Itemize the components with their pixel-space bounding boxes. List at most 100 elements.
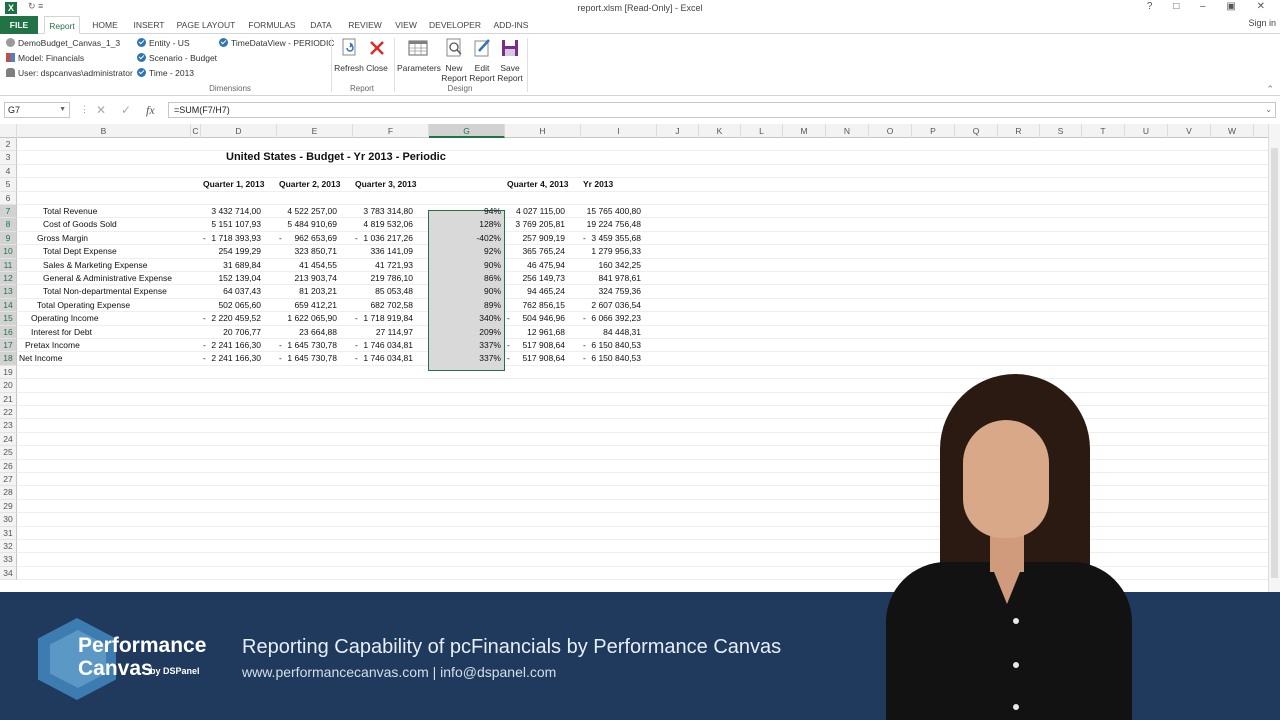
- row-label[interactable]: Total Non-departmental Expense: [41, 285, 191, 298]
- row-number[interactable]: 17: [0, 339, 17, 353]
- value-q1[interactable]: 254 199,29: [201, 245, 264, 258]
- value-percent[interactable]: 90%: [428, 285, 504, 298]
- row-label[interactable]: Total Operating Expense: [35, 299, 191, 312]
- tab-data[interactable]: DATA: [306, 16, 336, 34]
- col-header-v[interactable]: V: [1168, 124, 1211, 138]
- tab-formulas[interactable]: FORMULAS: [246, 16, 298, 34]
- minus-sign[interactable]: -: [583, 312, 591, 325]
- header-q3[interactable]: Quarter 3, 2013: [353, 178, 429, 191]
- row-number[interactable]: 4: [0, 164, 17, 179]
- row-number[interactable]: 14: [0, 298, 17, 313]
- parameters-button[interactable]: Parameters: [397, 37, 441, 73]
- dimension-entity[interactable]: Entity - US: [137, 38, 190, 48]
- row-number[interactable]: 13: [0, 285, 17, 299]
- value-q4[interactable]: 46 475,94: [505, 259, 568, 272]
- col-header-p[interactable]: P: [912, 124, 955, 138]
- col-header-i[interactable]: I: [581, 124, 657, 138]
- minus-sign[interactable]: -: [583, 352, 591, 365]
- col-header-e[interactable]: E: [277, 124, 353, 138]
- col-header-b[interactable]: B: [17, 124, 191, 138]
- row-number[interactable]: 8: [0, 218, 17, 232]
- value-percent[interactable]: 337%: [428, 352, 504, 365]
- tab-file[interactable]: FILE: [0, 16, 38, 34]
- value-q2[interactable]: 659 412,21: [277, 299, 340, 312]
- col-header-u[interactable]: U: [1125, 124, 1168, 138]
- minus-sign[interactable]: -: [355, 339, 363, 352]
- value-percent[interactable]: 340%: [428, 312, 504, 325]
- value-percent[interactable]: 94%: [428, 205, 504, 218]
- row-label[interactable]: Net Income: [17, 352, 191, 365]
- value-year[interactable]: 84 448,31: [581, 326, 644, 339]
- dimension-scenario[interactable]: Scenario - Budget: [137, 53, 217, 63]
- row-number[interactable]: 25: [0, 446, 17, 460]
- row-number[interactable]: 28: [0, 486, 17, 500]
- row-number[interactable]: 31: [0, 526, 17, 540]
- vertical-scrollbar[interactable]: [1268, 124, 1280, 592]
- value-year[interactable]: 1 279 956,33: [581, 245, 644, 258]
- tab-insert[interactable]: INSERT: [130, 16, 168, 34]
- header-year[interactable]: Yr 2013: [581, 178, 657, 191]
- header-q1[interactable]: Quarter 1, 2013: [201, 178, 277, 191]
- value-q2[interactable]: 81 203,21: [277, 285, 340, 298]
- value-q2[interactable]: 23 664,88: [277, 326, 340, 339]
- value-q4[interactable]: 365 765,24: [505, 245, 568, 258]
- value-year[interactable]: 841 978,61: [581, 272, 644, 285]
- col-header-h[interactable]: H: [505, 124, 581, 138]
- row-label[interactable]: Operating Income: [29, 312, 191, 325]
- value-q1[interactable]: 31 689,84: [201, 259, 264, 272]
- value-q2[interactable]: 213 903,74: [277, 272, 340, 285]
- col-header-f[interactable]: F: [353, 124, 429, 138]
- connection-app[interactable]: DemoBudget_Canvas_1_3: [6, 38, 120, 48]
- row-label[interactable]: General & Administrative Expense: [41, 272, 191, 285]
- row-number[interactable]: 5: [0, 178, 17, 192]
- col-header-d[interactable]: D: [201, 124, 277, 138]
- row-number[interactable]: 30: [0, 513, 17, 527]
- row-number[interactable]: 9: [0, 231, 17, 246]
- value-percent[interactable]: 90%: [428, 259, 504, 272]
- value-percent[interactable]: 209%: [428, 326, 504, 339]
- col-header-o[interactable]: O: [869, 124, 912, 138]
- row-number[interactable]: 12: [0, 272, 17, 286]
- row-label[interactable]: Pretax Income: [23, 339, 191, 352]
- value-percent[interactable]: 86%: [428, 272, 504, 285]
- dimension-time[interactable]: Time - 2013: [137, 68, 194, 78]
- cancel-icon[interactable]: ✕: [96, 103, 106, 117]
- value-q1[interactable]: 3 432 714,00: [201, 205, 264, 218]
- value-q1[interactable]: 502 065,60: [201, 299, 264, 312]
- minus-sign[interactable]: -: [279, 232, 287, 245]
- col-header-c[interactable]: C: [191, 124, 201, 138]
- edit-report-button[interactable]: Edit Report: [469, 37, 495, 83]
- new-report-button[interactable]: New Report: [441, 37, 467, 83]
- row-number[interactable]: 7: [0, 205, 17, 219]
- value-q2[interactable]: 41 454,55: [277, 259, 340, 272]
- insert-function-icon[interactable]: fx: [146, 103, 155, 118]
- value-q3[interactable]: 336 141,09: [353, 245, 416, 258]
- minus-sign[interactable]: -: [355, 232, 363, 245]
- value-percent[interactable]: 128%: [428, 218, 504, 231]
- row-label[interactable]: Sales & Marketing Expense: [41, 259, 191, 272]
- minus-sign[interactable]: -: [279, 339, 287, 352]
- minus-sign[interactable]: -: [203, 339, 211, 352]
- enter-icon[interactable]: ✓: [121, 103, 131, 117]
- dimension-timedataview[interactable]: TimeDataView - PERIODIC: [219, 38, 334, 48]
- col-header-r[interactable]: R: [998, 124, 1040, 138]
- value-q1[interactable]: 5 151 107,93: [201, 218, 264, 231]
- row-number[interactable]: 19: [0, 365, 17, 380]
- value-q3[interactable]: 3 783 314,80: [353, 205, 416, 218]
- window-controls[interactable]: ? □ – ▣ ✕: [1147, 1, 1274, 12]
- tab-developer[interactable]: DEVELOPER: [428, 16, 482, 34]
- value-q3[interactable]: 85 053,48: [353, 285, 416, 298]
- value-percent[interactable]: 89%: [428, 299, 504, 312]
- refresh-button[interactable]: Refresh: [334, 37, 364, 73]
- minus-sign[interactable]: -: [507, 352, 515, 365]
- value-q3[interactable]: 4 819 532,06: [353, 218, 416, 231]
- col-header-g[interactable]: G: [429, 124, 505, 138]
- connection-user[interactable]: User: dspcanvas\administrator: [6, 68, 133, 78]
- row-number[interactable]: 2: [0, 138, 17, 152]
- row-number[interactable]: 11: [0, 258, 17, 272]
- tab-view[interactable]: VIEW: [392, 16, 420, 34]
- value-q4[interactable]: 256 149,73: [505, 272, 568, 285]
- scrollbar-thumb[interactable]: [1271, 148, 1278, 578]
- minus-sign[interactable]: -: [583, 339, 591, 352]
- row-label[interactable]: Interest for Debt: [29, 326, 191, 339]
